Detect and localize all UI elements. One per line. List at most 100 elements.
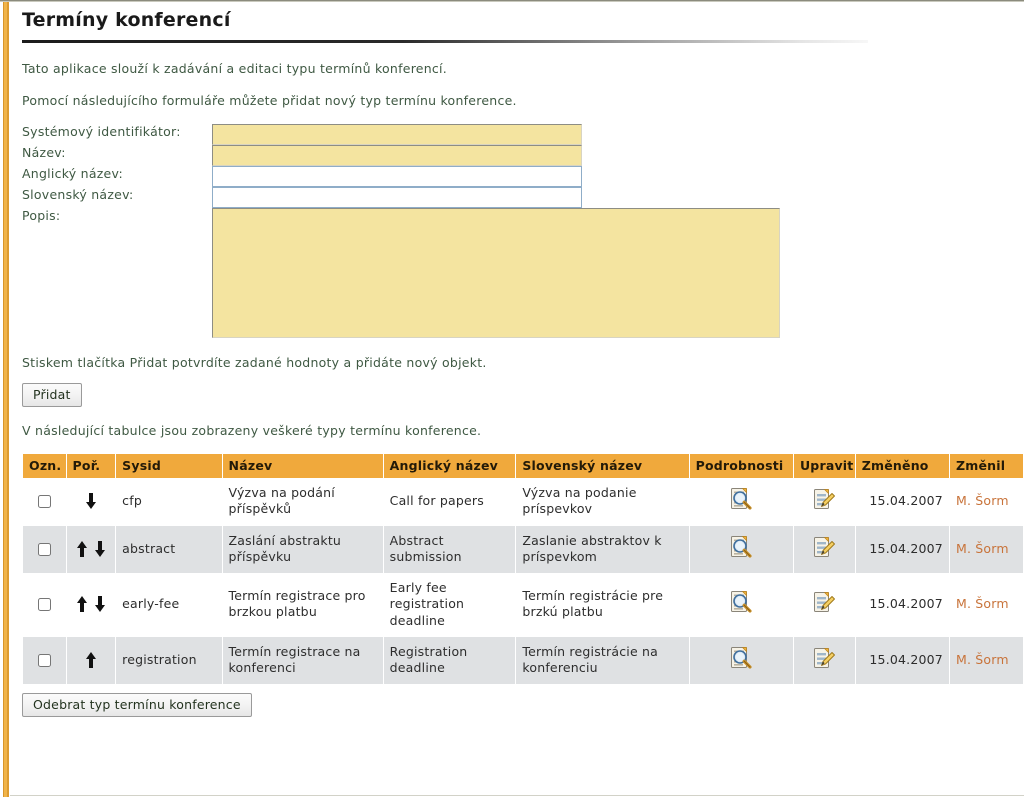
row-name: Termín registrace pro brzkou platbu	[222, 573, 383, 637]
form-row-name-sk: Slovenský název:	[22, 187, 780, 208]
row-edit-cell	[793, 636, 855, 685]
col-header-sysid[interactable]: Sysid	[116, 454, 222, 478]
col-header-order[interactable]: Poř.	[66, 454, 116, 478]
row-name: Výzva na podání příspěvků	[222, 478, 383, 526]
changed-by-link[interactable]: M. Šorm	[956, 596, 1009, 611]
row-order-cell	[66, 478, 116, 526]
page-title: Termíny konferencí	[22, 9, 231, 31]
label-name-en: Anglický název:	[22, 166, 123, 181]
col-header-name[interactable]: Název	[222, 454, 383, 478]
changed-by-link[interactable]: M. Šorm	[956, 493, 1009, 508]
row-name-sk: Výzva na podanie príspevkov	[516, 478, 689, 526]
row-edit-cell	[793, 573, 855, 637]
row-order-cell	[66, 636, 116, 685]
row-changed-by: M. Šorm	[949, 478, 1023, 526]
add-term-form: Systémový identifikátor: Název: Anglický…	[22, 124, 1024, 341]
intro-paragraph-2: Pomocí následujícího formuláře můžete př…	[22, 93, 517, 108]
col-header-name-en[interactable]: Anglický název	[383, 454, 516, 478]
submit-hint: Stiskem tlačítka Přidat potvrdíte zadané…	[22, 355, 487, 370]
description-textarea[interactable]	[212, 208, 780, 338]
label-sysid: Systémový identifikátor:	[22, 124, 181, 139]
terms-table-body: cfp Výzva na podání příspěvků Call for pap…	[23, 478, 1023, 685]
move-down-icon[interactable]	[92, 595, 108, 613]
row-changed-date: 15.04.2007	[855, 573, 949, 637]
row-changed-by: M. Šorm	[949, 573, 1023, 637]
row-details-cell	[689, 478, 793, 526]
row-name-sk: Termín registrácie pre brzkú platbu	[516, 573, 689, 637]
row-sysid: early-fee	[116, 573, 222, 637]
row-edit-cell	[793, 525, 855, 573]
row-select-cell	[23, 478, 66, 526]
table-row: abstract Zaslání abstraktu příspěvku Abstr…	[23, 525, 1023, 573]
row-changed-date: 15.04.2007	[855, 525, 949, 573]
row-select-cell	[23, 636, 66, 685]
row-checkbox[interactable]	[37, 495, 51, 509]
row-checkbox[interactable]	[37, 653, 51, 667]
intro-paragraph-1: Tato aplikace slouží k zadávání a editac…	[22, 61, 447, 76]
changed-by-link[interactable]: M. Šorm	[956, 541, 1009, 556]
remove-term-type-button[interactable]: Odebrat typ termínu konference	[22, 693, 252, 718]
row-name: Zaslání abstraktu příspěvku	[222, 525, 383, 573]
row-name-en: Early fee registration deadline	[383, 573, 516, 637]
row-details-cell	[689, 525, 793, 573]
col-header-details[interactable]: Podrobnosti	[689, 454, 793, 478]
document-search-icon[interactable]	[729, 646, 753, 670]
row-edit-cell	[793, 478, 855, 526]
move-up-icon[interactable]	[74, 540, 90, 558]
row-select-cell	[23, 525, 66, 573]
row-checkbox[interactable]	[37, 542, 51, 556]
row-name: Termín registrace na konferenci	[222, 636, 383, 685]
row-checkbox[interactable]	[37, 598, 51, 612]
document-search-icon[interactable]	[729, 487, 753, 511]
document-search-icon[interactable]	[729, 535, 753, 559]
document-search-icon[interactable]	[729, 590, 753, 614]
changed-by-link[interactable]: M. Šorm	[956, 652, 1009, 667]
row-select-cell	[23, 573, 66, 637]
row-name-en: Registration deadline	[383, 636, 516, 685]
row-sysid: abstract	[116, 525, 222, 573]
table-row: cfp Výzva na podání příspěvků Call for pap…	[23, 478, 1023, 526]
document-pencil-icon[interactable]	[812, 487, 836, 511]
row-name-en: Call for papers	[383, 478, 516, 526]
move-down-icon[interactable]	[83, 492, 99, 510]
row-name-sk: Zaslanie abstraktov k príspevkom	[516, 525, 689, 573]
row-changed-by: M. Šorm	[949, 636, 1023, 685]
move-down-icon[interactable]	[92, 540, 108, 558]
row-name-sk: Termín registrácie na konferenciu	[516, 636, 689, 685]
row-changed-date: 15.04.2007	[855, 478, 949, 526]
row-details-cell	[689, 573, 793, 637]
form-row-name-en: Anglický název:	[22, 166, 780, 187]
row-details-cell	[689, 636, 793, 685]
table-header-row: Ozn. Poř. Sysid Název Anglický název Slo…	[23, 454, 1023, 478]
name-input[interactable]	[212, 145, 582, 166]
move-up-icon[interactable]	[74, 595, 90, 613]
col-header-edit[interactable]: Upravit	[793, 454, 855, 478]
name-sk-input[interactable]	[212, 187, 582, 208]
title-divider	[22, 40, 868, 43]
document-pencil-icon[interactable]	[812, 646, 836, 670]
document-pencil-icon[interactable]	[812, 590, 836, 614]
col-header-select[interactable]: Ozn.	[23, 454, 66, 478]
move-up-icon[interactable]	[83, 651, 99, 669]
table-row: registration Termín registrace na konfere…	[23, 636, 1023, 685]
col-header-changed[interactable]: Změněno	[855, 454, 949, 478]
form-row-sysid: Systémový identifikátor:	[22, 124, 780, 145]
row-changed-date: 15.04.2007	[855, 636, 949, 685]
add-button[interactable]: Přidat	[22, 383, 82, 407]
label-name: Název:	[22, 145, 66, 160]
row-sysid: registration	[116, 636, 222, 685]
sysid-input[interactable]	[212, 124, 582, 145]
row-order-cell	[66, 573, 116, 637]
row-sysid: cfp	[116, 478, 222, 526]
terms-table: Ozn. Poř. Sysid Název Anglický název Slo…	[22, 454, 1024, 685]
table-hint: V následující tabulce jsou zobrazeny veš…	[22, 423, 482, 438]
col-header-changed-by[interactable]: Změnil	[949, 454, 1023, 478]
document-pencil-icon[interactable]	[812, 535, 836, 559]
row-order-cell	[66, 525, 116, 573]
row-changed-by: M. Šorm	[949, 525, 1023, 573]
form-layout-table: Systémový identifikátor: Název: Anglický…	[22, 124, 780, 341]
name-en-input[interactable]	[212, 166, 582, 187]
col-header-name-sk[interactable]: Slovenský název	[516, 454, 689, 478]
row-name-en: Abstract submission	[383, 525, 516, 573]
form-row-description: Popis:	[22, 208, 780, 341]
